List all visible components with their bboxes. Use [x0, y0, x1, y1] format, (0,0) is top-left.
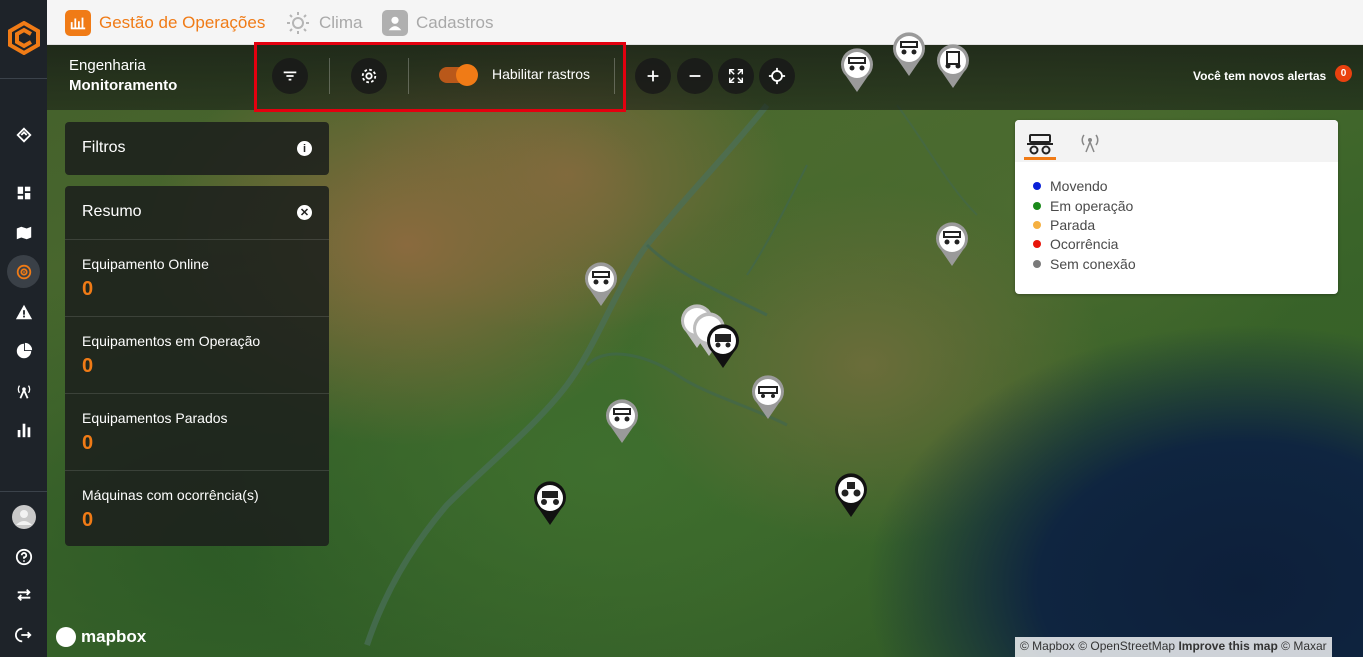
machine-marker[interactable]: [582, 260, 620, 308]
legend-label: Ocorrência: [1050, 236, 1119, 252]
highlight-annotation: [254, 42, 626, 112]
mapbox-wordmark: mapbox: [81, 627, 147, 646]
legend-tab-machines[interactable]: [1024, 130, 1056, 160]
legend-item-stopped: Parada: [1033, 217, 1095, 233]
stat-value: 0: [82, 278, 94, 300]
monitoring-icon[interactable]: [7, 255, 40, 288]
alerts-notice[interactable]: Você tem novos alertas: [1193, 69, 1326, 83]
machine-marker[interactable]: [603, 397, 641, 445]
tab-gestao-operacoes[interactable]: Gestão de Operações: [65, 9, 265, 36]
zoom-in-button[interactable]: [635, 58, 671, 94]
machine-marker[interactable]: [749, 373, 787, 421]
improve-map-link[interactable]: Improve this map: [1178, 639, 1277, 653]
map-attribution: © Mapbox © OpenStreetMap Improve this ma…: [1015, 637, 1332, 657]
dashboard-icon[interactable]: [7, 176, 40, 209]
tab-cadastros[interactable]: Cadastros: [382, 9, 493, 36]
switch-icon[interactable]: [7, 578, 40, 611]
help-icon[interactable]: [7, 540, 40, 573]
antenna-icon: [1081, 134, 1099, 153]
logout-icon[interactable]: [7, 618, 40, 651]
machine-marker[interactable]: [838, 46, 876, 94]
warning-icon[interactable]: [7, 295, 40, 328]
stat-operating: Equipamentos em Operação 0: [65, 316, 329, 393]
stat-occurrences: Máquinas com ocorrência(s) 0: [65, 470, 329, 547]
crosshair-icon: [768, 67, 786, 85]
connected-farm-icon[interactable]: [7, 118, 40, 151]
stat-value: 0: [82, 432, 94, 454]
machine-marker[interactable]: [704, 322, 742, 370]
stat-value: 0: [82, 509, 94, 531]
stat-label: Equipamentos em Operação: [82, 333, 261, 349]
area-line-2: Monitoramento: [69, 77, 178, 94]
top-navigation: Gestão de Operações Clima Cadastros: [47, 0, 1363, 45]
map-icon[interactable]: [7, 216, 40, 249]
filters-panel[interactable]: Filtros i: [65, 122, 329, 175]
summary-title: Resumo: [82, 203, 142, 220]
legend-label: Sem conexão: [1050, 256, 1136, 272]
attribution-maxar-link[interactable]: © Maxar: [1281, 639, 1327, 653]
machine-marker[interactable]: [832, 471, 870, 519]
machine-marker[interactable]: [890, 30, 928, 78]
attribution-osm-link[interactable]: © OpenStreetMap: [1078, 639, 1175, 653]
stat-stopped: Equipamentos Parados 0: [65, 393, 329, 470]
legend-tabs: [1015, 120, 1338, 162]
alerts-badge[interactable]: 0: [1335, 65, 1352, 82]
legend-label: Em operação: [1050, 198, 1134, 214]
sun-icon: [285, 10, 311, 36]
harvester-icon: [1027, 133, 1053, 154]
filters-title: Filtros: [82, 139, 126, 156]
sidebar: [0, 0, 47, 657]
app-logo[interactable]: [7, 20, 41, 56]
map-legend: Movendo Em operação Parada Ocorrência Se…: [1015, 120, 1338, 294]
stat-online: Equipamento Online 0: [65, 239, 329, 316]
minus-icon: [689, 75, 701, 77]
legend-item-offline: Sem conexão: [1033, 256, 1136, 272]
close-icon[interactable]: ✕: [297, 205, 312, 220]
legend-item-operating: Em operação: [1033, 198, 1133, 214]
chart-icon: [65, 9, 91, 36]
user-icon: [382, 9, 408, 36]
machine-marker[interactable]: [934, 42, 972, 90]
expand-icon: [728, 68, 744, 84]
locate-button[interactable]: [759, 58, 795, 94]
stat-label: Equipamentos Parados: [82, 410, 228, 426]
stat-value: 0: [82, 355, 94, 377]
summary-panel: Resumo ✕ Equipamento Online 0 Equipament…: [65, 186, 329, 546]
mapbox-icon: [56, 627, 76, 647]
tab-label: Cadastros: [416, 12, 494, 32]
bar-chart-icon[interactable]: [7, 413, 40, 446]
machine-marker[interactable]: [933, 220, 971, 268]
fullscreen-button[interactable]: [718, 58, 754, 94]
machine-marker[interactable]: [531, 479, 569, 527]
legend-item-moving: Movendo: [1033, 178, 1108, 194]
zoom-out-button[interactable]: [677, 58, 713, 94]
legend-label: Parada: [1050, 217, 1096, 233]
antenna-icon[interactable]: [7, 374, 40, 407]
legend-item-occurrence: Ocorrência: [1033, 236, 1118, 252]
legend-tab-antennas[interactable]: [1074, 130, 1106, 154]
plus-icon: [647, 70, 659, 82]
area-title: Engenharia Monitoramento: [69, 56, 177, 96]
tab-clima[interactable]: Clima: [285, 9, 362, 36]
stat-label: Equipamento Online: [82, 256, 209, 272]
stat-label: Máquinas com ocorrência(s): [82, 487, 259, 503]
mapbox-logo[interactable]: mapbox: [56, 627, 146, 647]
avatar[interactable]: [7, 500, 40, 533]
pie-chart-icon[interactable]: [7, 334, 40, 367]
tab-label: Clima: [319, 12, 363, 32]
legend-label: Movendo: [1050, 178, 1108, 194]
info-icon[interactable]: i: [297, 141, 312, 156]
attribution-mapbox-link[interactable]: © Mapbox: [1020, 639, 1075, 653]
area-line-1: Engenharia: [69, 57, 146, 74]
tab-label: Gestão de Operações: [99, 12, 266, 32]
